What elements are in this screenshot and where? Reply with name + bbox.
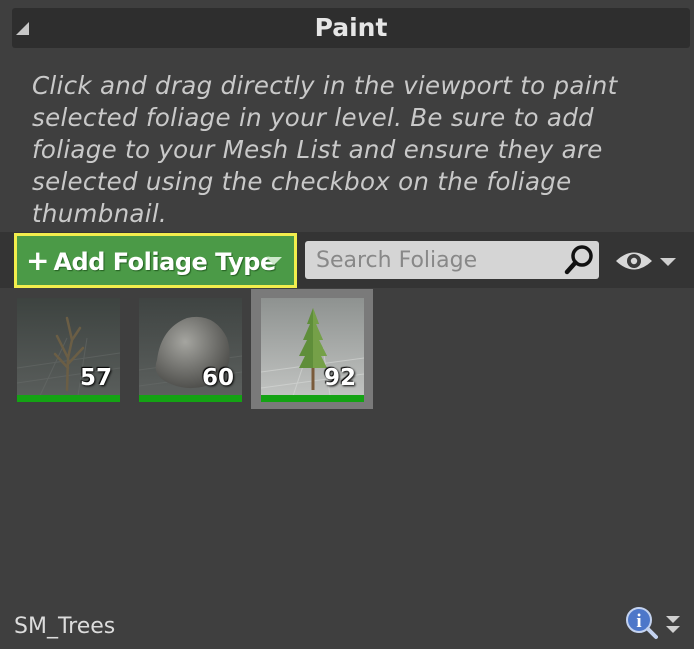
instance-count: 60 xyxy=(201,365,234,391)
paint-section-header[interactable]: Paint xyxy=(12,8,690,48)
info-search-icon[interactable]: i xyxy=(624,606,658,640)
search-foliage-input[interactable] xyxy=(305,241,560,279)
expand-down-icon[interactable] xyxy=(664,614,682,636)
selection-bar xyxy=(261,395,364,402)
add-foliage-type-label: Add Foliage Type xyxy=(53,248,276,276)
instance-count: 57 xyxy=(79,365,112,391)
search-foliage-box[interactable] xyxy=(305,241,599,279)
chevron-down-icon xyxy=(266,257,282,265)
instance-count: 92 xyxy=(323,365,356,391)
selection-bar xyxy=(139,395,242,402)
plus-icon: + xyxy=(26,244,50,277)
eye-icon xyxy=(616,252,652,270)
chevron-down-icon xyxy=(660,258,676,266)
foliage-thumbnail[interactable]: 57 xyxy=(17,298,120,402)
selected-foliage-name: SM_Trees xyxy=(14,614,116,639)
paint-instructions: Click and drag directly in the viewport … xyxy=(32,71,618,228)
add-foliage-type-button[interactable]: + Add Foliage Type xyxy=(14,233,297,288)
selection-bar xyxy=(17,395,120,402)
foliage-thumbnail[interactable]: 60 xyxy=(139,298,242,402)
foliage-thumbnail[interactable]: 92 xyxy=(261,298,364,402)
view-options-button[interactable] xyxy=(614,246,678,276)
section-title: Paint xyxy=(314,13,388,42)
search-icon[interactable] xyxy=(563,244,595,276)
svg-text:i: i xyxy=(636,611,641,632)
